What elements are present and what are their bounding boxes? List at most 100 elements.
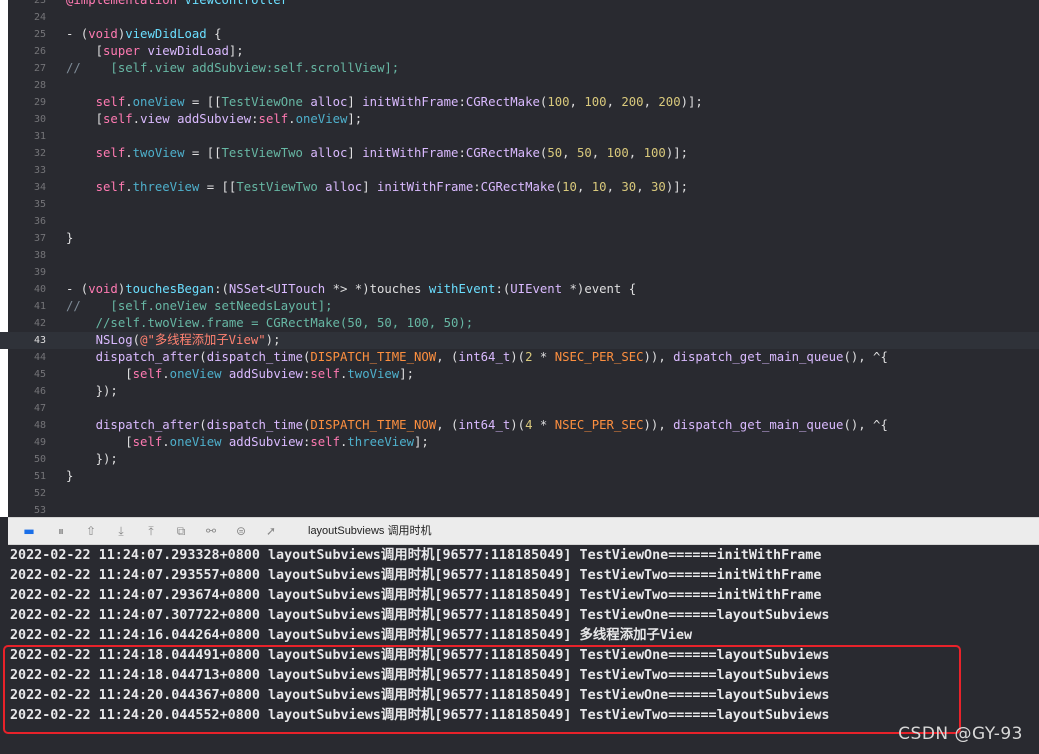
code-line[interactable]: 48 dispatch_after(dispatch_time(DISPATCH… — [0, 417, 1039, 434]
code-line[interactable]: 31 — [0, 128, 1039, 145]
code-token: ]; — [414, 435, 429, 449]
code-line[interactable]: 46 }); — [0, 383, 1039, 400]
watermark: CSDN @GY-93 — [898, 724, 1023, 744]
code-text[interactable]: // [self.oneView setNeedsLayout]; — [66, 298, 333, 315]
line-number[interactable]: 33 — [8, 162, 46, 179]
code-text[interactable]: // [self.view addSubview:self.scrollView… — [66, 60, 399, 77]
code-line[interactable]: 32 self.twoView = [[TestViewTwo alloc] i… — [0, 145, 1039, 162]
code-line[interactable]: 23 @implementation ViewController — [0, 0, 1039, 9]
breakpoints-toggle-icon[interactable]: ▬ — [20, 523, 38, 539]
line-number[interactable]: 37 — [8, 230, 46, 247]
line-number[interactable]: 51 — [8, 468, 46, 485]
code-text[interactable]: [self.view addSubview:self.oneView]; — [66, 111, 363, 128]
code-line[interactable]: 38 — [0, 247, 1039, 264]
line-number[interactable]: 27 — [8, 60, 46, 77]
code-text[interactable]: [super viewDidLoad]; — [66, 43, 244, 60]
simulate-location-icon[interactable]: ➚ — [262, 523, 280, 539]
code-token: self — [132, 435, 163, 449]
code-line[interactable]: 44 dispatch_after(dispatch_time(DISPATCH… — [0, 349, 1039, 366]
step-out-icon[interactable]: ⤒ — [142, 523, 160, 539]
memory-graph-icon[interactable]: ⚯ — [202, 523, 220, 539]
code-line[interactable]: 43 NSLog(@"多线程添加子View"); — [0, 332, 1039, 349]
code-line[interactable]: 49 [self.oneView addSubview:self.threeVi… — [0, 434, 1039, 451]
line-number[interactable]: 36 — [8, 213, 46, 230]
code-line[interactable]: 35 — [0, 196, 1039, 213]
line-number[interactable]: 52 — [8, 485, 46, 502]
code-text[interactable]: [self.oneView addSubview:self.threeView]… — [66, 434, 429, 451]
code-line[interactable]: 29 self.oneView = [[TestViewOne alloc] i… — [0, 94, 1039, 111]
pause-icon[interactable]: ⏸ — [52, 523, 70, 539]
code-line[interactable]: 36 — [0, 213, 1039, 230]
code-text[interactable]: self.twoView = [[TestViewTwo alloc] init… — [66, 145, 688, 162]
code-line[interactable]: 40 - (void)touchesBegan:(NSSet<UITouch *>… — [0, 281, 1039, 298]
code-line[interactable]: 42 //self.twoView.frame = CGRectMake(50,… — [0, 315, 1039, 332]
code-text[interactable]: [self.oneView addSubview:self.twoView]; — [66, 366, 414, 383]
code-line[interactable]: 26 [super viewDidLoad]; — [0, 43, 1039, 60]
code-text[interactable]: }); — [66, 383, 118, 400]
code-line[interactable]: 52 — [0, 485, 1039, 502]
code-token: } — [66, 231, 74, 245]
step-into-icon[interactable]: ⤓ — [112, 523, 130, 539]
code-text[interactable]: } — [66, 468, 73, 485]
line-number[interactable]: 45 — [8, 366, 46, 383]
code-line[interactable]: 34 self.threeView = [[TestViewTwo alloc]… — [0, 179, 1039, 196]
code-line[interactable]: 45 [self.oneView addSubview:self.twoView… — [0, 366, 1039, 383]
line-number[interactable]: 42 — [8, 315, 46, 332]
code-line[interactable]: 50 }); — [0, 451, 1039, 468]
line-number[interactable]: 29 — [8, 94, 46, 111]
line-number[interactable]: 40 — [8, 281, 46, 298]
code-line[interactable]: 28 — [0, 77, 1039, 94]
line-number[interactable]: 31 — [8, 128, 46, 145]
line-number[interactable]: 35 — [8, 196, 46, 213]
line-number[interactable]: 32 — [8, 145, 46, 162]
line-number[interactable]: 48 — [8, 417, 46, 434]
code-text[interactable]: }); — [66, 451, 118, 468]
code-text[interactable]: //self.twoView.frame = CGRectMake(50, 50… — [66, 315, 474, 332]
line-number[interactable]: 30 — [8, 111, 46, 128]
code-text[interactable]: NSLog(@"多线程添加子View"); — [66, 332, 281, 349]
code-text[interactable]: - (void)touchesBegan:(NSSet<UITouch *> *… — [66, 281, 636, 298]
code-line[interactable]: 51} — [0, 468, 1039, 485]
code-line[interactable]: 27 // [self.view addSubview:self.scrollVi… — [0, 60, 1039, 77]
code-text[interactable]: } — [66, 230, 73, 247]
code-text[interactable]: - (void)viewDidLoad { — [66, 26, 222, 43]
code-token: , — [628, 146, 644, 160]
code-token: view — [140, 112, 170, 126]
line-number[interactable]: 53 — [8, 502, 46, 517]
line-number[interactable]: 41 — [8, 298, 46, 315]
line-number[interactable]: 28 — [8, 77, 46, 94]
line-number[interactable]: 34 — [8, 179, 46, 196]
line-number[interactable]: 24 — [8, 9, 46, 26]
code-text[interactable]: self.oneView = [[TestViewOne alloc] init… — [66, 94, 703, 111]
environment-overrides-icon[interactable]: ⊜ — [232, 523, 250, 539]
code-line[interactable]: 53 — [0, 502, 1039, 517]
line-number[interactable]: 46 — [8, 383, 46, 400]
highlight-annotation-box — [3, 645, 961, 734]
line-number[interactable]: 43 — [8, 332, 46, 349]
line-number[interactable]: 50 — [8, 451, 46, 468]
code-line[interactable]: 33 — [0, 162, 1039, 179]
step-over-icon[interactable]: ⇧ — [82, 523, 100, 539]
code-text[interactable]: dispatch_after(dispatch_time(DISPATCH_TI… — [66, 349, 888, 366]
code-text[interactable]: dispatch_after(dispatch_time(DISPATCH_TI… — [66, 417, 888, 434]
code-line[interactable]: 37} — [0, 230, 1039, 247]
code-editor[interactable]: 23 @implementation ViewController 24 25 - (v… — [0, 0, 1039, 517]
line-number[interactable]: 39 — [8, 264, 46, 281]
line-number[interactable]: 25 — [8, 26, 46, 43]
code-line[interactable]: 25 - (void)viewDidLoad { — [0, 26, 1039, 43]
thread-label[interactable]: layoutSubviews 调用时机 — [308, 523, 432, 539]
code-line[interactable]: 39 — [0, 264, 1039, 281]
code-line[interactable]: 30 [self.view addSubview:self.oneView]; — [0, 111, 1039, 128]
line-number[interactable]: 23 — [8, 0, 46, 9]
code-line[interactable]: 24 — [0, 9, 1039, 26]
line-number[interactable]: 47 — [8, 400, 46, 417]
line-number[interactable]: 38 — [8, 247, 46, 264]
view-hierarchy-icon[interactable]: ⧉ — [172, 523, 190, 539]
line-number[interactable]: 49 — [8, 434, 46, 451]
line-number[interactable]: 44 — [8, 349, 46, 366]
code-line[interactable]: 41 // [self.oneView setNeedsLayout]; — [0, 298, 1039, 315]
line-number[interactable]: 26 — [8, 43, 46, 60]
code-text[interactable]: self.threeView = [[TestViewTwo alloc] in… — [66, 179, 688, 196]
code-line[interactable]: 47 — [0, 400, 1039, 417]
code-text[interactable]: @implementation ViewController — [66, 0, 288, 9]
